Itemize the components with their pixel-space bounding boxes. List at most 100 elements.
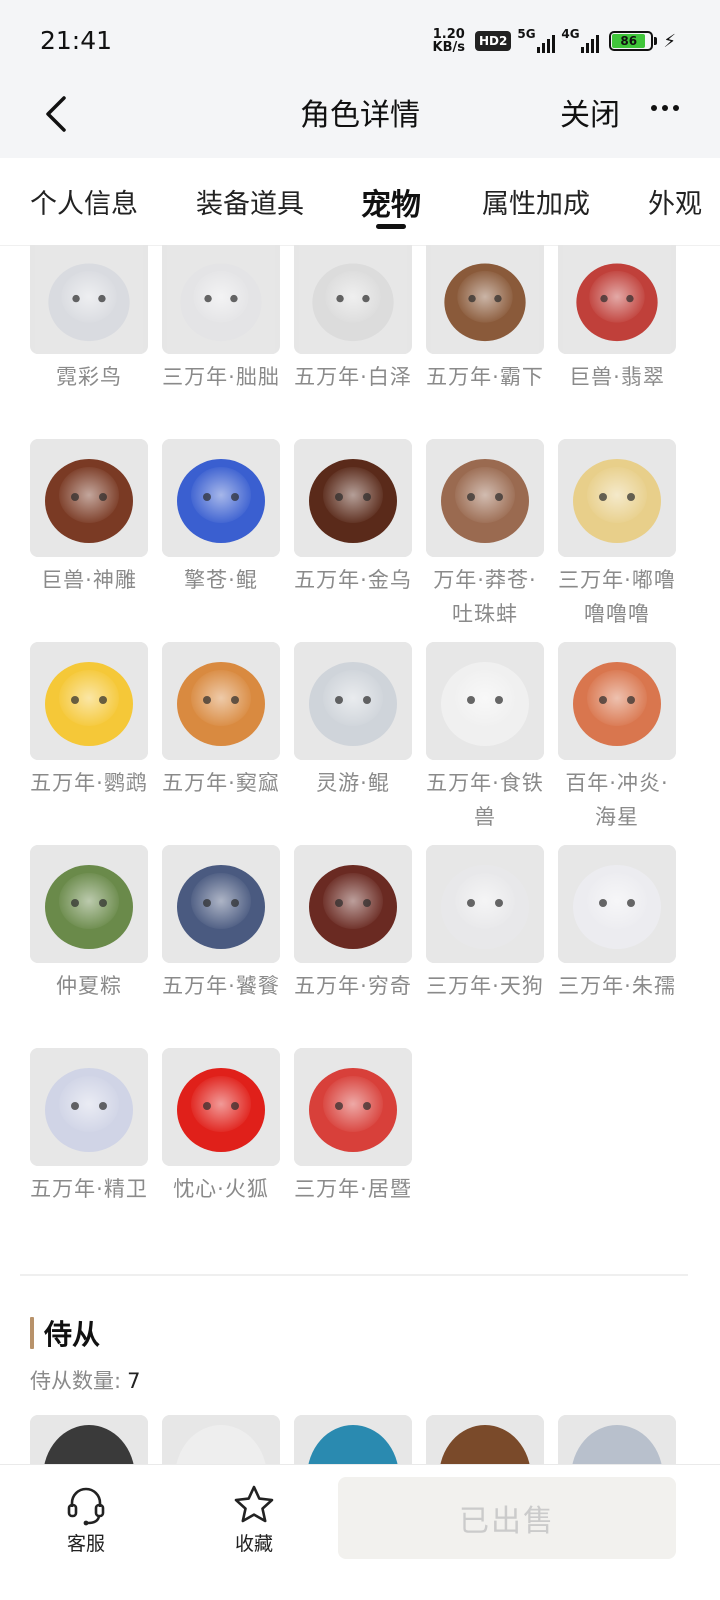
servant-count-value: 7	[127, 1369, 141, 1393]
customer-service-button[interactable]: 客服	[36, 1483, 136, 1556]
pet-portrait-icon	[426, 439, 544, 557]
pet-name: 五万年·食铁兽	[426, 771, 544, 829]
pet-portrait-icon	[426, 845, 544, 963]
pet-item[interactable]: 忱心·火狐	[162, 1048, 280, 1251]
pet-name: 五万年·金乌	[294, 568, 412, 592]
pet-name: 三万年·居暨	[294, 1177, 412, 1201]
pet-item[interactable]: 灵游·鲲	[294, 642, 412, 845]
battery-icon: 86	[609, 31, 658, 51]
pet-item[interactable]: 五万年·穷奇	[294, 845, 412, 1048]
pet-image	[162, 439, 280, 557]
pet-item[interactable]: 五万年·窫窳	[162, 642, 280, 845]
pet-portrait-icon	[426, 642, 544, 760]
pet-item[interactable]: 万年·莽苍·吐珠蚌	[426, 439, 544, 642]
back-button[interactable]	[28, 84, 84, 144]
pet-name: 三万年·朱孺	[558, 974, 676, 998]
pet-name: 五万年·精卫	[30, 1177, 148, 1201]
pet-name: 百年·冲炎·海星	[565, 771, 669, 829]
pet-image	[162, 245, 280, 354]
favorite-button[interactable]: 收藏	[204, 1483, 304, 1556]
tab-pets[interactable]: 宠物	[361, 180, 421, 224]
pet-name: 五万年·霸下	[426, 365, 544, 389]
pet-item[interactable]: 仲夏粽	[30, 845, 148, 1048]
tab-active-indicator	[376, 224, 406, 229]
pet-name: 五万年·穷奇	[294, 974, 412, 998]
close-button[interactable]: 关闭	[560, 90, 620, 134]
pet-name: 万年·莽苍·吐珠蚌	[433, 568, 537, 626]
pet-image	[558, 245, 676, 354]
pet-portrait-icon	[162, 439, 280, 557]
pet-portrait-icon	[162, 642, 280, 760]
pet-portrait-icon	[166, 245, 276, 354]
pet-name: 霓彩鸟	[56, 365, 122, 389]
pet-portrait-icon	[30, 439, 148, 557]
pet-name: 五万年·饕餮	[162, 974, 280, 998]
more-dots-icon	[651, 105, 657, 111]
pet-image	[426, 245, 544, 354]
tab-personal-info[interactable]: 个人信息	[30, 182, 138, 221]
pet-portrait-icon	[558, 439, 676, 557]
servant-section-header: 侍从	[30, 1316, 101, 1351]
favorite-label: 收藏	[234, 1533, 273, 1555]
pet-item[interactable]: 五万年·金乌	[294, 439, 412, 642]
pet-image	[558, 845, 676, 963]
pet-image	[558, 439, 676, 557]
pet-image	[30, 439, 148, 557]
pet-item[interactable]: 五万年·白泽	[294, 245, 412, 439]
signal-5g-label: 5G	[517, 27, 536, 41]
pet-item[interactable]: 五万年·精卫	[30, 1048, 148, 1251]
pet-name: 灵游·鲲	[316, 771, 390, 795]
section-accent-bar	[30, 1317, 34, 1349]
pet-item[interactable]: 三万年·嘟噜噜噜噜	[558, 439, 676, 642]
servant-section-title: 侍从	[44, 1318, 101, 1351]
more-button[interactable]	[640, 88, 690, 128]
pet-name: 三万年·嘟噜噜噜噜	[558, 568, 676, 626]
pet-image	[426, 642, 544, 760]
pet-item[interactable]: 霓彩鸟	[30, 245, 148, 439]
pet-image	[294, 845, 412, 963]
tab-attribute-bonus[interactable]: 属性加成	[482, 182, 590, 221]
pet-portrait-icon	[558, 642, 676, 760]
pet-item[interactable]: 三万年·居暨	[294, 1048, 412, 1251]
pet-portrait-icon	[30, 1048, 148, 1166]
pet-portrait-icon	[30, 642, 148, 760]
pet-name: 仲夏粽	[56, 974, 122, 998]
pet-image	[294, 1048, 412, 1166]
customer-service-label: 客服	[66, 1533, 105, 1555]
pet-item[interactable]: 三万年·天狗	[426, 845, 544, 1048]
pet-item[interactable]: 巨兽·神雕	[30, 439, 148, 642]
tab-appearance[interactable]: 外观	[648, 182, 702, 221]
pet-name: 巨兽·神雕	[41, 568, 137, 592]
pet-image	[294, 642, 412, 760]
pet-item[interactable]: 三万年·朏朏	[162, 245, 280, 439]
signal-5g-icon: 5G	[517, 27, 556, 53]
pet-item[interactable]: 擎苍·鲲	[162, 439, 280, 642]
pet-item[interactable]: 巨兽·翡翠	[558, 245, 676, 439]
pet-portrait-icon	[30, 845, 148, 963]
pet-item[interactable]: 三万年·朱孺	[558, 845, 676, 1048]
pet-portrait-icon	[162, 845, 280, 963]
pet-item[interactable]: 百年·冲炎·海星	[558, 642, 676, 845]
pet-image	[162, 845, 280, 963]
pet-portrait-icon	[558, 845, 676, 963]
pet-portrait-icon	[562, 245, 672, 354]
signal-4g-label: 4G	[561, 27, 580, 41]
pet-portrait-icon	[298, 245, 408, 354]
signal-4g-icon: 4G	[561, 27, 600, 53]
star-outline-icon	[234, 1485, 274, 1523]
pet-item[interactable]: 五万年·鹦鹉	[30, 642, 148, 845]
pet-image	[30, 245, 148, 354]
pet-image	[30, 845, 148, 963]
pet-portrait-icon	[294, 642, 412, 760]
bottom-bar: 客服 收藏 已出售	[0, 1464, 720, 1600]
servant-count: 侍从数量: 7	[30, 1365, 140, 1395]
tab-equipment[interactable]: 装备道具	[196, 182, 304, 221]
pet-item[interactable]: 五万年·食铁兽	[426, 642, 544, 845]
pet-item[interactable]: 五万年·饕餮	[162, 845, 280, 1048]
battery-level: 86	[612, 34, 646, 48]
pet-grid: 霓彩鸟 三万年·朏朏 五万年·白泽 五万年·霸下 巨兽·翡翠巨兽·神雕 擎苍·鲲 五万年·金…	[30, 245, 690, 1251]
pet-name: 五万年·鹦鹉	[30, 771, 148, 795]
pet-item[interactable]: 五万年·霸下	[426, 245, 544, 439]
pet-name: 擎苍·鲲	[184, 568, 258, 592]
hd-voice-icon: HD2	[475, 31, 512, 51]
